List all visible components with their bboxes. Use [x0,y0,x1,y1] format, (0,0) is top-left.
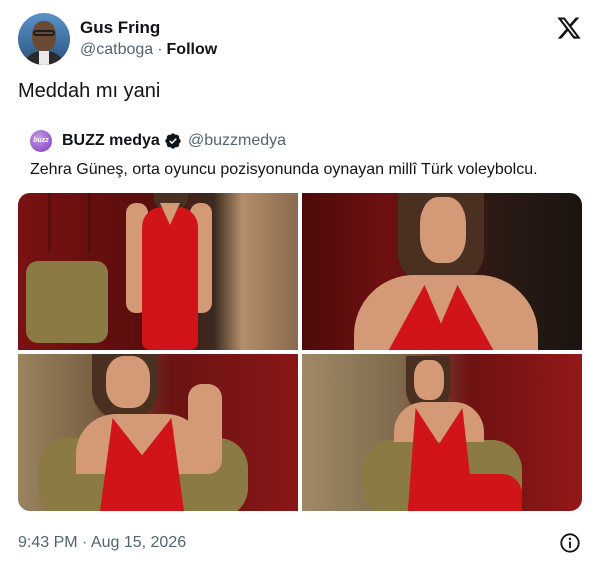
dress-skirt [432,474,522,511]
quoted-tweet[interactable]: buzz BUZZ medya @buzzmedya Zehra Güneş, … [18,124,582,511]
avatar-face [32,21,56,51]
quoted-author-name[interactable]: BUZZ medya [62,132,160,150]
media-photo-1[interactable] [18,193,298,350]
red-dress [142,207,198,350]
tweet-header: Gus Fring @catboga · Follow [18,13,582,65]
info-icon[interactable] [559,532,581,554]
armchair [26,261,108,343]
face [420,197,466,263]
x-logo-icon[interactable] [556,15,582,41]
media-grid [18,193,582,511]
curtain-fold [48,193,51,253]
curtain-fold [88,193,91,253]
verified-badge-icon [165,133,181,149]
media-photo-4[interactable] [302,354,582,511]
author-name[interactable]: Gus Fring [80,18,160,38]
quoted-author-handle[interactable]: @buzzmedya [188,132,286,150]
media-photo-2[interactable] [302,193,582,350]
follow-button[interactable]: Follow [167,41,218,58]
media-photo-3[interactable] [18,354,298,511]
separator-dot: · [157,41,163,58]
avatar-shirt [39,51,49,65]
author-handle[interactable]: @catboga [80,41,153,58]
tweet-timestamp[interactable]: 9:43 PM · Aug 15, 2026 [18,534,186,552]
author-avatar[interactable] [18,13,70,65]
face [414,360,444,400]
shoulders [394,402,484,442]
tweet-text: Meddah mı yani [18,80,161,102]
quoted-avatar[interactable]: buzz [30,130,52,152]
author-handle-row: @catboga · Follow [80,41,217,59]
face [106,356,150,408]
quoted-tweet-text: Zehra Güneş, orta oyuncu pozisyonunda oy… [30,161,538,178]
avatar-glasses [33,30,55,36]
